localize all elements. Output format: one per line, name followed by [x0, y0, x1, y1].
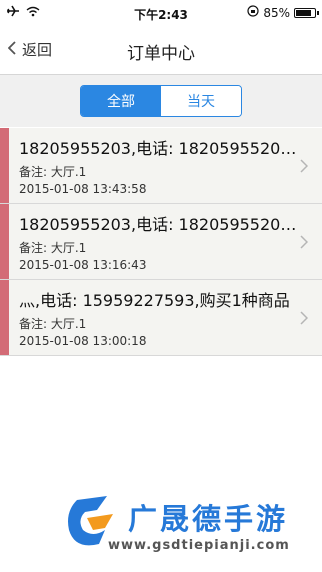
filter-segmented-control: 全部 当天: [80, 85, 242, 117]
watermark: 广晟德手游 www.gsdtiepianji.com: [0, 486, 322, 572]
order-note: 备注: 大厅.1: [19, 241, 87, 255]
order-row[interactable]: 灬,电话: 15959227593,购买1种商品 备注: 大厅.1 2015-0…: [0, 280, 322, 356]
order-title: 灬,电话: 15959227593,购买1种商品: [19, 291, 290, 310]
row-marker: [0, 280, 9, 355]
row-marker: [0, 128, 9, 203]
status-bar: 下午2:43 85%: [0, 0, 322, 26]
order-note: 备注: 大厅.1: [19, 317, 87, 331]
filter-area: 全部 当天: [0, 75, 322, 127]
chevron-right-icon: [300, 234, 309, 253]
order-note: 备注: 大厅.1: [19, 165, 87, 179]
order-title: 18205955203,电话: 18205955203,购买1种商品: [19, 215, 304, 234]
page-title: 订单中心: [127, 44, 195, 64]
tab-all[interactable]: 全部: [81, 86, 161, 116]
order-time: 2015-01-08 13:00:18: [19, 334, 147, 348]
tab-today[interactable]: 当天: [161, 86, 241, 116]
order-time: 2015-01-08 13:16:43: [19, 258, 147, 272]
row-marker: [0, 204, 9, 279]
battery-icon: [294, 7, 319, 18]
chevron-right-icon: [300, 158, 309, 177]
battery-percent: 85%: [263, 5, 290, 20]
watermark-url: www.gsdtiepianji.com: [108, 538, 290, 553]
watermark-brand: 广晟德手游: [128, 502, 289, 536]
order-title: 18205955203,电话: 18205955203,购买1种商品: [19, 139, 304, 158]
order-time: 2015-01-08 13:43:58: [19, 182, 147, 196]
orientation-lock-icon: [247, 5, 259, 20]
chevron-right-icon: [300, 310, 309, 329]
order-row[interactable]: 18205955203,电话: 18205955203,购买1种商品 备注: 大…: [0, 204, 322, 280]
nav-bar: 返回 订单中心: [0, 26, 322, 75]
status-right: 85%: [247, 5, 319, 20]
order-row[interactable]: 18205955203,电话: 18205955203,购买1种商品 备注: 大…: [0, 128, 322, 204]
order-list: 18205955203,电话: 18205955203,购买1种商品 备注: 大…: [0, 128, 322, 356]
